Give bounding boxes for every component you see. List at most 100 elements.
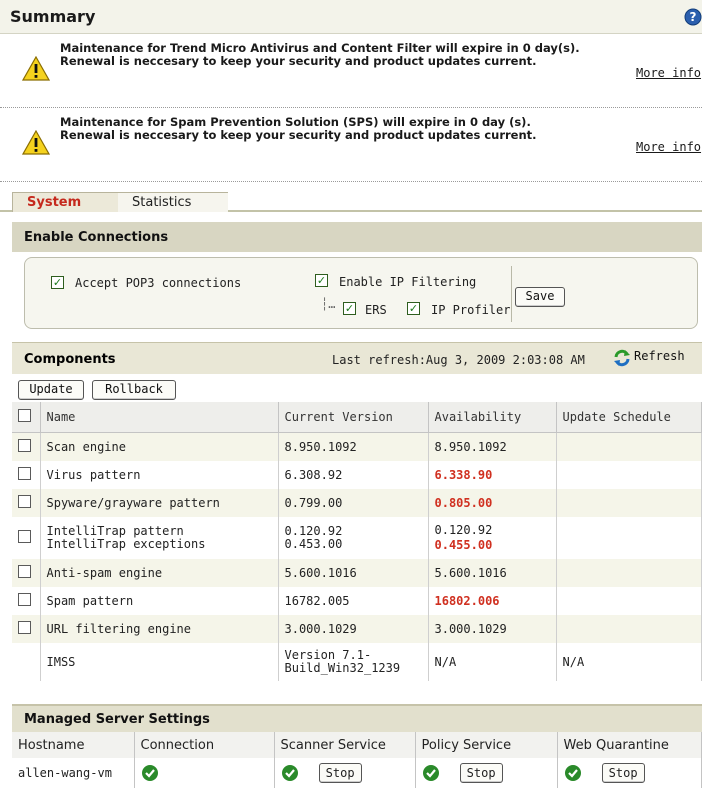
accept-pop3-checkbox[interactable]: ✓ — [51, 276, 64, 289]
row-select-cell — [12, 559, 41, 587]
server-header-row: Hostname Connection Scanner Service Poli… — [12, 732, 702, 758]
current-version: 3.000.1029 — [278, 615, 429, 643]
notice-text: Maintenance for Spam Prevention Solution… — [60, 116, 580, 142]
availability: 0.120.92 — [434, 523, 493, 537]
managed-server-table: Hostname Connection Scanner Service Poli… — [12, 732, 702, 788]
row-select-cell — [12, 587, 41, 615]
availability: 5.600.1016 — [428, 559, 557, 587]
notice-antivirus: Maintenance for Trend Micro Antivirus an… — [0, 34, 702, 108]
hostname: allen-wang-vm — [12, 758, 135, 788]
col-update-schedule[interactable]: Update Schedule — [556, 402, 702, 433]
warning-icon — [22, 130, 50, 155]
svg-text:?: ? — [690, 10, 697, 24]
connection-cell — [134, 758, 275, 788]
check-circle-icon — [422, 765, 439, 781]
ip-profiler-label: IP Profiler — [431, 303, 511, 317]
component-name: Scan engine — [40, 432, 279, 461]
component-name: Virus pattern — [40, 461, 279, 489]
current-version-cell: 0.120.92 0.453.00 — [278, 517, 429, 559]
row-checkbox[interactable] — [18, 495, 31, 508]
row-select-cell — [12, 643, 41, 681]
col-connection: Connection — [134, 732, 275, 758]
select-all-cell — [12, 402, 41, 433]
component-name: Spam pattern — [40, 587, 279, 615]
check-circle-icon — [281, 765, 298, 781]
select-all-checkbox[interactable] — [18, 408, 31, 422]
notice-line2: Renewal is neccesary to keep your securi… — [60, 54, 537, 68]
tab-system[interactable]: System — [12, 192, 124, 214]
tree-connector-icon: ┆… — [321, 297, 336, 311]
ip-profiler-checkbox[interactable]: ✓ — [407, 302, 420, 315]
current-version: 8.950.1092 — [278, 432, 429, 461]
scanner-stop-button[interactable]: Stop — [318, 763, 362, 783]
table-row: Virus pattern 6.308.92 6.338.90 — [12, 461, 702, 489]
update-schedule — [556, 517, 702, 559]
component-name: URL filtering engine — [40, 615, 279, 643]
quarantine-stop-button[interactable]: Stop — [601, 763, 645, 783]
components-header: Components Last refresh:Aug 3, 2009 2:03… — [12, 342, 702, 374]
help-icon[interactable]: ? — [684, 8, 702, 26]
summary-header: Summary ? — [0, 0, 702, 34]
server-row: allen-wang-vm Stop Stop Stop — [12, 758, 702, 788]
col-current-version[interactable]: Current Version — [278, 402, 429, 433]
component-name: Spyware/grayware pattern — [40, 489, 279, 517]
connections-box: ✓ Accept POP3 connections ✓ Enable IP Fi… — [24, 257, 698, 329]
more-info-link[interactable]: More info — [636, 140, 701, 154]
component-name: IntelliTrap exceptions — [46, 537, 206, 551]
row-checkbox[interactable] — [18, 530, 31, 543]
row-select-cell — [12, 615, 41, 643]
availability: 0.805.00 — [428, 489, 557, 517]
row-checkbox[interactable] — [18, 593, 31, 606]
system-panel: Enable Connections ✓ Accept POP3 connect… — [0, 212, 702, 794]
check-circle-icon — [564, 765, 581, 781]
refresh-icon — [614, 349, 630, 367]
row-checkbox[interactable] — [18, 438, 31, 452]
row-checkbox[interactable] — [18, 467, 31, 480]
update-button[interactable]: Update — [18, 380, 84, 400]
current-version-cell: Version 7.1- Build_Win32_1239 — [278, 643, 429, 681]
current-version: 0.799.00 — [278, 489, 429, 517]
enable-ip-filtering-label: Enable IP Filtering — [339, 275, 477, 289]
enable-connections-title: Enable Connections — [12, 222, 702, 252]
row-select-cell — [12, 489, 41, 517]
web-quarantine-cell: Stop — [557, 758, 702, 788]
current-version: Build_Win32_1239 — [284, 661, 401, 675]
components-title: Components — [24, 352, 116, 367]
update-schedule — [556, 615, 702, 643]
table-header-row: Name Current Version Availability Update… — [12, 402, 702, 433]
availability: 0.455.00 — [434, 538, 493, 552]
ers-checkbox[interactable]: ✓ — [343, 302, 356, 315]
table-row: Spam pattern 16782.005 16802.006 — [12, 587, 702, 615]
check-circle-icon — [141, 765, 158, 781]
update-schedule — [556, 587, 702, 615]
ers-label: ERS — [365, 303, 387, 317]
availability: 3.000.1029 — [428, 615, 557, 643]
availability: N/A — [428, 643, 557, 681]
save-button[interactable]: Save — [515, 287, 565, 307]
enable-ip-filtering-checkbox[interactable]: ✓ — [315, 274, 328, 287]
row-checkbox[interactable] — [18, 621, 31, 634]
row-checkbox[interactable] — [18, 565, 31, 578]
tab-statistics[interactable]: Statistics — [118, 192, 228, 212]
col-scanner-service: Scanner Service — [274, 732, 416, 758]
divider — [511, 266, 512, 322]
update-schedule: N/A — [556, 643, 702, 681]
table-row: IMSS Version 7.1- Build_Win32_1239 N/A N… — [12, 643, 702, 681]
more-info-link[interactable]: More info — [636, 66, 701, 80]
warning-icon — [22, 56, 50, 81]
current-version: 6.308.92 — [278, 461, 429, 489]
refresh-button[interactable]: Refresh — [610, 346, 696, 370]
policy-service-cell: Stop — [415, 758, 558, 788]
current-version: 5.600.1016 — [278, 559, 429, 587]
col-availability[interactable]: Availability — [428, 402, 557, 433]
notice-sps: Maintenance for Spam Prevention Solution… — [0, 108, 702, 182]
table-row: Spyware/grayware pattern 0.799.00 0.805.… — [12, 489, 702, 517]
col-name[interactable]: Name — [40, 402, 279, 433]
rollback-button[interactable]: Rollback — [92, 380, 176, 400]
table-row: IntelliTrap pattern IntelliTrap exceptio… — [12, 517, 702, 559]
last-refresh-text: Last refresh:Aug 3, 2009 2:03:08 AM — [332, 353, 585, 367]
col-hostname: Hostname — [12, 732, 135, 758]
availability-cell: 0.120.92 0.455.00 — [428, 517, 557, 559]
policy-stop-button[interactable]: Stop — [459, 763, 503, 783]
managed-server-title: Managed Server Settings — [12, 704, 702, 732]
